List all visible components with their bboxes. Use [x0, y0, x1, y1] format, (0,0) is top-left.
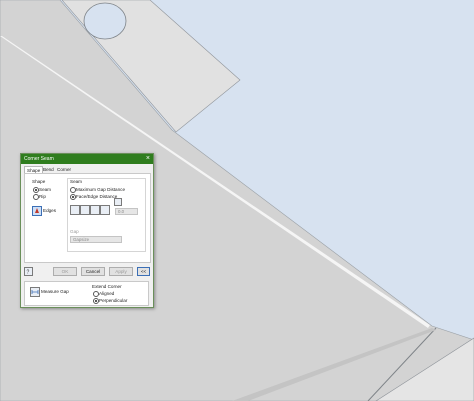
seam-group-label: Seam: [70, 179, 83, 184]
seam-type-icon[interactable]: [100, 205, 110, 215]
more-toggle-button[interactable]: <<: [137, 267, 150, 276]
svg-text:?: ?: [27, 270, 30, 276]
seam-radio-label: Seam: [39, 187, 52, 192]
seam-type-icon[interactable]: [70, 205, 80, 215]
seam-type-icon[interactable]: [80, 205, 90, 215]
edges-label: Edges: [43, 208, 57, 213]
rip-radio-label: Rip: [39, 194, 46, 199]
shape-tab-panel: Shape Seam Rip Edges Seam Maximum Gap Di…: [24, 173, 151, 263]
close-icon[interactable]: ×: [146, 155, 150, 162]
extended-options-panel: Measure Gap Extend Corner Aligned Perpen…: [24, 281, 149, 306]
ok-button[interactable]: OK: [53, 267, 77, 276]
tab-corner[interactable]: Corner: [55, 166, 73, 173]
aligned-radio-label: Aligned: [99, 291, 115, 296]
extend-corner-label: Extend Corner: [92, 284, 122, 289]
distance-input[interactable]: 0.0: [115, 208, 138, 215]
measure-gap-label: Measure Gap: [41, 289, 69, 294]
max-gap-radio-label: Maximum Gap Distance: [76, 187, 126, 192]
cancel-button[interactable]: Cancel: [81, 267, 105, 276]
perpendicular-radio-label: Perpendicular: [99, 298, 128, 303]
flange-hole[interactable]: [83, 2, 127, 40]
measure-gap-icon[interactable]: [30, 287, 40, 297]
gap-input[interactable]: Gapsize: [70, 236, 122, 243]
face-edge-radio-label: Face/Edge Distance: [76, 194, 118, 199]
tab-bend[interactable]: Bend: [41, 166, 56, 173]
dialog-title: Corner Seam: [24, 156, 54, 162]
shape-group-label: Shape: [32, 179, 46, 184]
edges-select-icon[interactable]: [32, 206, 42, 216]
help-icon[interactable]: ?: [24, 267, 33, 276]
corner-seam-dialog[interactable]: Corner Seam × Shape Bend Corner Shape Se…: [20, 153, 154, 308]
dialog-title-bar[interactable]: Corner Seam ×: [21, 154, 153, 164]
flip-icon[interactable]: [114, 198, 122, 206]
apply-button[interactable]: Apply: [109, 267, 133, 276]
gap-label: Gap: [70, 229, 79, 234]
seam-type-icon[interactable]: [90, 205, 100, 215]
